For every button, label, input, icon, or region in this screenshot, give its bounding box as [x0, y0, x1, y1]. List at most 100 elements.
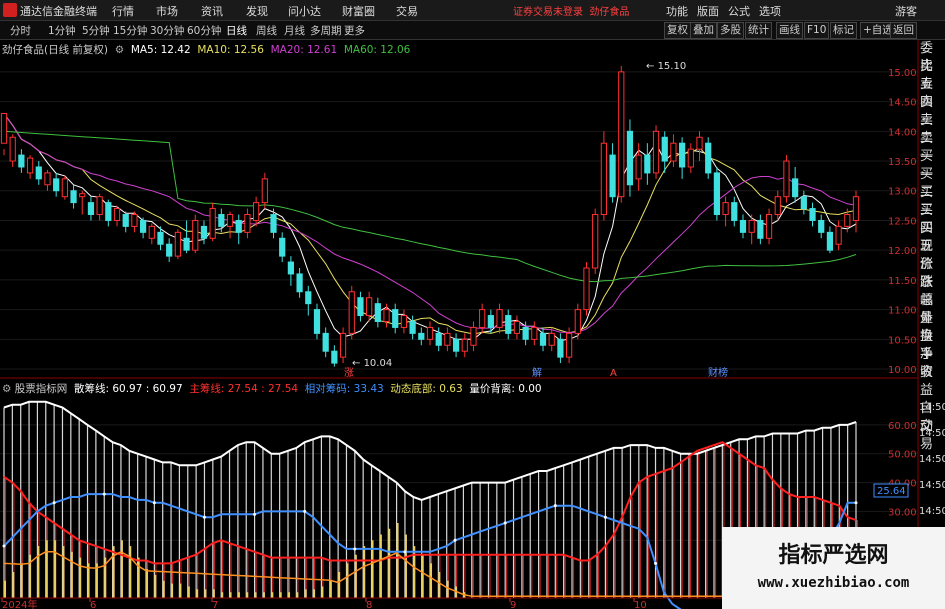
sidebar-item[interactable]: 卖三	[918, 94, 945, 128]
back-button[interactable]: 返回	[890, 22, 917, 39]
candle-body	[0, 112, 8, 144]
candle-body	[26, 157, 34, 174]
gear-icon[interactable]: ⚙	[111, 44, 127, 56]
sidebar-item[interactable]: 委比	[918, 40, 945, 74]
candle-body	[800, 196, 807, 210]
sidebar-item[interactable]: 涨跌	[918, 256, 945, 290]
sidebar-item[interactable]: 买二	[918, 166, 945, 200]
sidebar-item[interactable]: 卖一	[918, 130, 945, 164]
period-multi[interactable]: 多周期	[310, 23, 342, 38]
guest-label[interactable]: 游客	[895, 3, 917, 19]
candle-body	[218, 214, 225, 227]
sidebar-item[interactable]: 净资	[918, 346, 945, 380]
sidebar-item[interactable]: 现价	[918, 238, 945, 272]
period-30min[interactable]: 30分钟	[150, 23, 184, 38]
menu-function[interactable]: 功能	[666, 3, 688, 19]
sub-tick-label: 30.00	[888, 507, 917, 518]
menu-wealth[interactable]: 财富圈	[342, 3, 375, 19]
candle-body	[209, 208, 216, 239]
candle-body	[313, 309, 321, 334]
candle-body	[87, 202, 95, 216]
sub-time-label: 14:50	[919, 480, 945, 491]
candle-body	[531, 326, 538, 340]
x-tick-label: 9	[510, 600, 516, 609]
sidebar-item[interactable]: 买五	[918, 220, 945, 254]
menu-options[interactable]: 选项	[759, 3, 781, 19]
low-annotation: ← 10.04	[352, 358, 392, 369]
price-tick-label: 10.00	[888, 365, 917, 376]
high-annotation: ← 15.10	[646, 61, 686, 72]
relative-chip-dot	[603, 515, 607, 519]
sidebar-item[interactable]: 总量	[918, 292, 945, 326]
period-5min[interactable]: 5分钟	[82, 23, 110, 38]
candlestick-series	[0, 65, 860, 367]
candle-body	[765, 214, 773, 239]
ma20-line	[3, 113, 857, 334]
watermark: 指标严选网 www.xuezhibiao.com	[722, 527, 945, 609]
ma5-line	[3, 113, 857, 342]
relative-chip-dot	[503, 521, 507, 525]
menu-layout[interactable]: 版面	[697, 3, 719, 19]
candle-body	[574, 309, 581, 334]
multi-stock-button[interactable]: 多股	[717, 22, 744, 39]
menu-news[interactable]: 资讯	[201, 3, 223, 19]
candle-body	[792, 178, 799, 198]
event-mark-finance[interactable]: 财榜	[708, 366, 728, 379]
period-monthly[interactable]: 月线	[284, 23, 305, 38]
period-minute[interactable]: 分时	[10, 23, 31, 38]
overlay-button[interactable]: 叠加	[690, 22, 717, 39]
ma60-label: MA60: 12.06	[343, 44, 411, 56]
sidebar-item[interactable]: 买四	[918, 202, 945, 236]
x-tick-label: 10	[634, 600, 647, 609]
menu-trade[interactable]: 交易	[396, 3, 418, 19]
sidebar-item[interactable]: 外盘	[918, 310, 945, 344]
menu-quotes[interactable]: 行情	[112, 3, 134, 19]
event-mark-unlock[interactable]: 解	[532, 366, 542, 379]
stats-button[interactable]: 统计	[745, 22, 772, 39]
sidebar-item[interactable]: 卖四	[918, 76, 945, 110]
menu-discover[interactable]: 发现	[246, 3, 268, 19]
sidebar-item[interactable]: 买一	[918, 148, 945, 182]
candle-body	[748, 219, 755, 233]
menu-ask[interactable]: 问小达	[288, 3, 321, 19]
candle-body	[322, 332, 329, 352]
sidebar-item[interactable]: 卖五	[918, 58, 945, 92]
candle-body	[44, 172, 51, 186]
sidebar-item[interactable]: 自动	[918, 400, 945, 434]
sub-tick-label: 50.00	[888, 450, 917, 461]
sidebar-item[interactable]: 换手	[918, 328, 945, 362]
sidebar-item[interactable]: 卖二	[918, 112, 945, 146]
sidebar-item[interactable]: 交易	[918, 418, 945, 452]
period-more[interactable]: 更多	[344, 23, 365, 38]
gear-icon[interactable]: ⚙	[2, 383, 15, 395]
candle-body	[305, 291, 312, 305]
menu-market[interactable]: 市场	[156, 3, 178, 19]
sidebar-item[interactable]: 涨幅	[918, 274, 945, 308]
event-mark-a[interactable]: A	[610, 368, 617, 379]
login-notice[interactable]: 证券交易未登录 劲仔食品	[513, 3, 629, 18]
sidebar-item[interactable]: 收益	[918, 364, 945, 398]
menu-formula[interactable]: 公式	[728, 3, 750, 19]
candle-body	[418, 332, 425, 340]
candle-body	[652, 130, 660, 174]
candle-body	[696, 136, 703, 150]
f10-button[interactable]: F10	[804, 22, 830, 39]
candle-body	[818, 219, 825, 233]
chart-title: 劲仔食品(日线 前复权)	[2, 44, 109, 56]
period-60min[interactable]: 60分钟	[187, 23, 221, 38]
mark-button[interactable]: 标记	[830, 22, 857, 39]
period-weekly[interactable]: 周线	[256, 23, 277, 38]
candle-body	[235, 219, 242, 233]
candle-body	[70, 190, 77, 204]
price-annotations: ← 15.10 ← 10.04 涨 解 A 财榜	[344, 61, 728, 379]
adjust-button[interactable]: 复权	[664, 22, 691, 39]
sidebar-item[interactable]: 买三	[918, 184, 945, 218]
candle-body	[357, 297, 364, 317]
draw-button[interactable]: 画线	[776, 22, 803, 39]
price-tick-label: 12.50	[888, 216, 917, 227]
period-15min[interactable]: 15分钟	[113, 23, 147, 38]
candle-body	[774, 196, 781, 216]
period-1min[interactable]: 1分钟	[48, 23, 76, 38]
period-daily[interactable]: 日线	[226, 23, 247, 38]
event-mark-limitup[interactable]: 涨	[344, 367, 354, 379]
